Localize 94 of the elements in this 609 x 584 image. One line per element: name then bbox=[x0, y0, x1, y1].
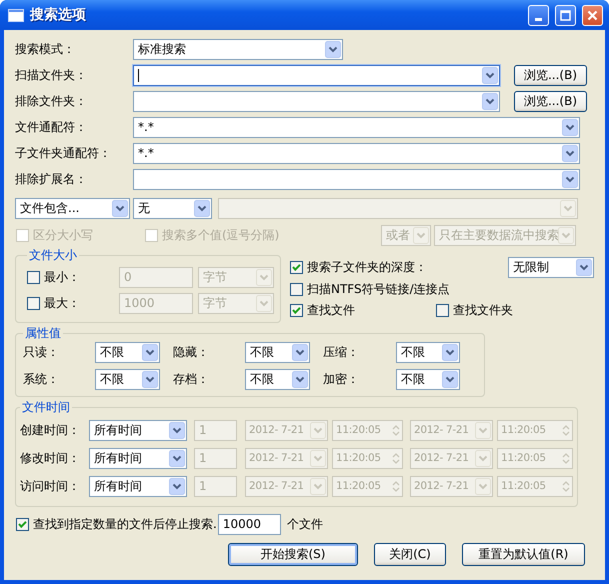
dropdown[interactable]: 不限 bbox=[396, 369, 460, 390]
chevron-down-icon bbox=[413, 226, 429, 244]
dropdown[interactable] bbox=[133, 168, 580, 190]
dropdown[interactable]: 不限 bbox=[245, 342, 310, 363]
dropdown[interactable]: 标准搜索 bbox=[133, 38, 343, 60]
field-label: 扫描文件夹： bbox=[15, 66, 88, 84]
chevron-down-icon bbox=[562, 144, 578, 162]
dropdown[interactable]: 无限制 bbox=[508, 256, 594, 278]
chevron-down-icon bbox=[256, 294, 272, 312]
window-icon bbox=[8, 8, 24, 22]
chevron-down-icon bbox=[142, 371, 158, 388]
minimize-button[interactable] bbox=[528, 4, 549, 26]
field-label: 创建时间： bbox=[20, 422, 81, 438]
dropdown[interactable]: 不限 bbox=[245, 369, 310, 390]
input-field[interactable]: 10000 bbox=[218, 514, 281, 534]
chevron-down-icon bbox=[482, 66, 498, 84]
checkbox-label: 搜索子文件夹的深度： bbox=[307, 258, 427, 276]
field-label: 搜索模式： bbox=[15, 40, 76, 58]
checkbox-label: 区分大小写 bbox=[33, 226, 93, 244]
chevron-down-icon bbox=[475, 478, 491, 494]
field-label: 排除文件夹： bbox=[15, 92, 88, 110]
chevron-down-icon bbox=[576, 258, 592, 276]
browse-button[interactable]: 浏览...(B) bbox=[514, 64, 587, 86]
group-title: 文件大小 bbox=[28, 247, 78, 264]
chevron-down-icon bbox=[475, 422, 491, 438]
browse-button[interactable]: 浏览...(B) bbox=[514, 90, 587, 112]
window-title: 搜索选项 bbox=[30, 6, 87, 24]
chevron-down-icon bbox=[169, 450, 185, 466]
push-button[interactable]: 关闭(C) bbox=[374, 543, 446, 566]
field-label: 系统： bbox=[23, 371, 60, 388]
close-button[interactable] bbox=[582, 4, 603, 26]
dropdown[interactable] bbox=[133, 90, 500, 112]
checkbox-label: 最大： bbox=[44, 294, 80, 312]
chevron-down-icon bbox=[310, 422, 326, 438]
dropdown[interactable]: 不限 bbox=[396, 342, 460, 363]
unit-label: 个文件 bbox=[286, 516, 323, 532]
dropdown[interactable] bbox=[133, 64, 500, 86]
field-label: 子文件夹通配符： bbox=[15, 144, 112, 162]
checkbox-label: 扫描NTFS符号链接/连接点 bbox=[307, 280, 450, 298]
chevron-down-icon bbox=[169, 422, 185, 438]
chevron-down-icon bbox=[142, 344, 158, 361]
maximize-icon bbox=[560, 10, 571, 20]
checkbox[interactable] bbox=[290, 304, 303, 316]
checkbox[interactable] bbox=[436, 304, 449, 316]
chevron-down-icon bbox=[194, 200, 210, 216]
chevron-down-icon bbox=[558, 226, 574, 244]
group-title: 属性值 bbox=[24, 325, 62, 342]
field-label: 压缩： bbox=[323, 344, 360, 361]
text-cursor bbox=[138, 68, 139, 82]
push-button[interactable]: 重置为默认值(R) bbox=[462, 543, 585, 566]
chevron-down-icon bbox=[475, 450, 491, 466]
checkbox-label: 搜索多个值(逗号分隔) bbox=[162, 226, 280, 244]
field-label: 只读： bbox=[23, 344, 60, 361]
chevron-down-icon bbox=[256, 268, 272, 286]
chevron-down-icon bbox=[442, 344, 458, 361]
chevron-down-icon bbox=[562, 170, 578, 188]
chevron-down-icon bbox=[112, 200, 128, 216]
checkbox-label: 查找文件 bbox=[307, 302, 355, 318]
field-label: 隐藏： bbox=[173, 344, 210, 361]
field-label: 文件通配符： bbox=[15, 118, 88, 136]
field-label: 加密： bbox=[323, 371, 360, 388]
field-label: 访问时间： bbox=[20, 478, 81, 494]
chevron-down-icon bbox=[310, 478, 326, 494]
chevron-down-icon bbox=[442, 371, 458, 388]
chevron-down-icon bbox=[292, 371, 308, 388]
field-label: 存档： bbox=[173, 371, 210, 388]
dropdown[interactable]: *.* bbox=[133, 142, 580, 164]
checkbox[interactable] bbox=[27, 270, 40, 284]
checkbox-label: 查找到指定数量的文件后停止搜索. bbox=[33, 516, 217, 532]
chevron-down-icon bbox=[560, 200, 576, 216]
chevron-down-icon bbox=[325, 40, 341, 58]
group-title: 文件时间 bbox=[21, 399, 71, 416]
chevron-down-icon bbox=[482, 92, 498, 110]
checkbox[interactable] bbox=[290, 260, 303, 274]
chevron-down-icon bbox=[169, 478, 185, 494]
field-label: 修改时间： bbox=[20, 450, 81, 466]
dropdown[interactable]: 不限 bbox=[95, 369, 160, 390]
close-icon bbox=[587, 10, 598, 20]
checkbox-label: 最小： bbox=[44, 268, 80, 286]
dropdown[interactable]: 无 bbox=[133, 198, 212, 218]
dropdown[interactable]: 文件包含... bbox=[15, 198, 130, 218]
checkbox[interactable] bbox=[16, 518, 29, 530]
minimize-icon bbox=[535, 18, 542, 20]
chevron-down-icon bbox=[310, 450, 326, 466]
field-label: 排除扩展名： bbox=[15, 170, 88, 188]
push-button[interactable]: 开始搜索(S) bbox=[228, 543, 358, 566]
dropdown[interactable]: *.* bbox=[133, 116, 580, 138]
maximize-button[interactable] bbox=[555, 4, 576, 26]
checkbox[interactable] bbox=[27, 296, 40, 310]
checkbox-label: 查找文件夹 bbox=[453, 302, 513, 318]
checkbox[interactable] bbox=[290, 282, 303, 296]
chevron-down-icon bbox=[292, 344, 308, 361]
dropdown[interactable]: 不限 bbox=[95, 342, 160, 363]
chevron-down-icon bbox=[562, 118, 578, 136]
